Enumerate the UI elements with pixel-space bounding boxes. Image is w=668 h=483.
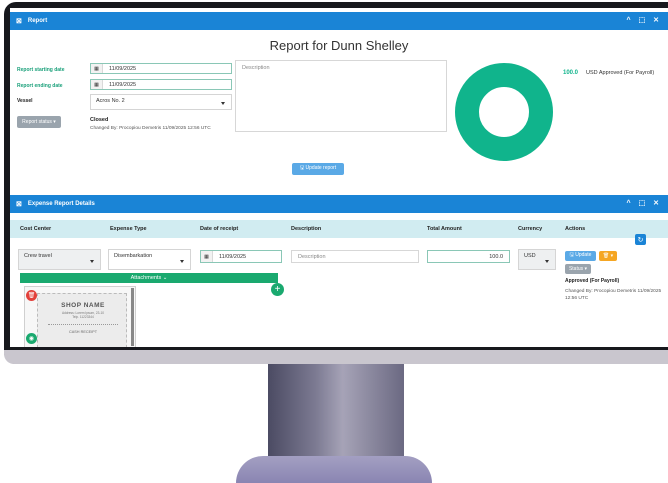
start-date-value: 11/09/2025: [109, 65, 137, 72]
description-placeholder: Description: [242, 65, 270, 71]
expense-panel-header: ⊠ Expense Report Details ^ ⬚ ✕: [10, 195, 668, 213]
receipt-scrollbar[interactable]: [131, 288, 134, 346]
col-actions: Actions: [565, 226, 586, 232]
chevron-down-icon: [221, 102, 225, 105]
window-controls[interactable]: ^ ⬚ ✕: [627, 16, 662, 24]
total-amount-value: 100.0: [489, 254, 503, 260]
report-status-button[interactable]: Report status ▾: [17, 116, 61, 128]
report-panel-title: Report: [27, 18, 48, 24]
attachments-toggle[interactable]: Attachments ⌄: [20, 273, 278, 283]
col-date: Date of receipt: [200, 226, 239, 232]
expense-status-button[interactable]: Status ▾: [565, 264, 591, 274]
add-attachment-button[interactable]: +: [271, 283, 284, 296]
page-title: Report for Dunn Shelley: [269, 38, 409, 53]
window-controls[interactable]: ^ ⬚ ✕: [627, 199, 662, 207]
receipt-paper: SHOP NAME Address: Lorem Ipsum, 23-10 Te…: [37, 293, 127, 347]
expense-changed-by: Changed By: Procopiou Demetris 11/09/202…: [565, 289, 662, 301]
chevron-down-icon: [180, 259, 184, 263]
receipt-dotted-line: [48, 324, 118, 325]
update-expense-button[interactable]: 🖫 Update: [565, 251, 596, 261]
chevron-down-icon: [90, 259, 94, 263]
delete-expense-button[interactable]: 🗑 ▾: [599, 251, 617, 261]
view-icon[interactable]: ◉: [26, 333, 37, 344]
end-date-value: 11/09/2025: [109, 81, 137, 88]
expense-panel-title: Expense Report Details: [27, 201, 95, 207]
currency-select[interactable]: USD: [518, 249, 556, 270]
col-cost-center: Cost Center: [20, 226, 52, 232]
report-panel-header: ⊠ Report ^ ⬚ ✕: [10, 12, 668, 30]
expense-status-value: Approved (For Payroll): [565, 278, 620, 284]
col-expense-type: Expense Type: [110, 226, 147, 232]
end-date-label: Report ending date: [17, 83, 63, 89]
refresh-icon[interactable]: ↻: [635, 234, 646, 245]
monitor-stand-base: [236, 456, 432, 483]
calendar-icon[interactable]: ▦: [201, 251, 213, 262]
vessel-label: Vessel: [17, 98, 33, 104]
monitor-stand-neck: [268, 364, 404, 459]
summary-amount: 100.0: [563, 70, 579, 76]
vessel-select[interactable]: Acros No. 2: [90, 94, 232, 110]
end-date-field[interactable]: ▦ 11/09/2025: [90, 79, 232, 90]
expand-icon[interactable]: ⊠: [16, 17, 22, 25]
receipt-thumbnail[interactable]: SHOP NAME Address: Lorem Ipsum, 23-10 Te…: [24, 286, 136, 347]
report-description-field[interactable]: Description: [235, 60, 447, 132]
calendar-icon[interactable]: ▦: [91, 80, 103, 89]
col-total-amount: Total Amount: [427, 226, 462, 232]
expense-description-field[interactable]: Description: [291, 250, 419, 263]
expense-type-value: Disembarkation: [114, 253, 153, 259]
expand-icon[interactable]: ⊠: [16, 200, 22, 208]
approval-donut-chart: [455, 63, 553, 161]
vessel-value: Acros No. 2: [96, 98, 125, 104]
summary-label: USD Approved (For Payroll): [586, 70, 655, 76]
receipt-date-value: 11/09/2025: [219, 253, 247, 260]
trash-icon[interactable]: 🗑: [26, 290, 37, 301]
cost-center-select[interactable]: Crew travel: [18, 249, 101, 270]
donut-ring: [455, 63, 553, 161]
expense-type-select[interactable]: Disembarkation: [108, 249, 191, 270]
total-amount-field[interactable]: 100.0: [427, 250, 510, 263]
col-description: Description: [291, 226, 322, 232]
start-date-field[interactable]: ▦ 11/09/2025: [90, 63, 232, 74]
monitor-chin: [4, 350, 668, 364]
update-report-button[interactable]: 🖫 Update report: [292, 163, 344, 175]
start-date-label: Report starting date: [17, 67, 65, 73]
receipt-shop-name: SHOP NAME: [61, 302, 105, 309]
chevron-down-icon: [545, 259, 549, 263]
receipt-address: Address: Lorem Ipsum, 23-10 Telp. 112233…: [62, 311, 104, 319]
description-placeholder: Description: [298, 254, 326, 260]
calendar-icon[interactable]: ▦: [91, 64, 103, 73]
receipt-date-field[interactable]: ▦ 11/09/2025: [200, 250, 282, 263]
report-changed-by: Changed By: Procopiou Demetris 11/09/202…: [90, 126, 211, 131]
currency-value: USD: [524, 253, 536, 259]
receipt-cash-label: CASH RECEIPT: [68, 330, 98, 334]
screen: ⊠ Report ^ ⬚ ✕ Report for Dunn Shelley R…: [10, 8, 668, 347]
report-status-value: Closed: [90, 117, 109, 123]
cost-center-value: Crew travel: [24, 253, 52, 259]
col-currency: Currency: [518, 226, 543, 232]
